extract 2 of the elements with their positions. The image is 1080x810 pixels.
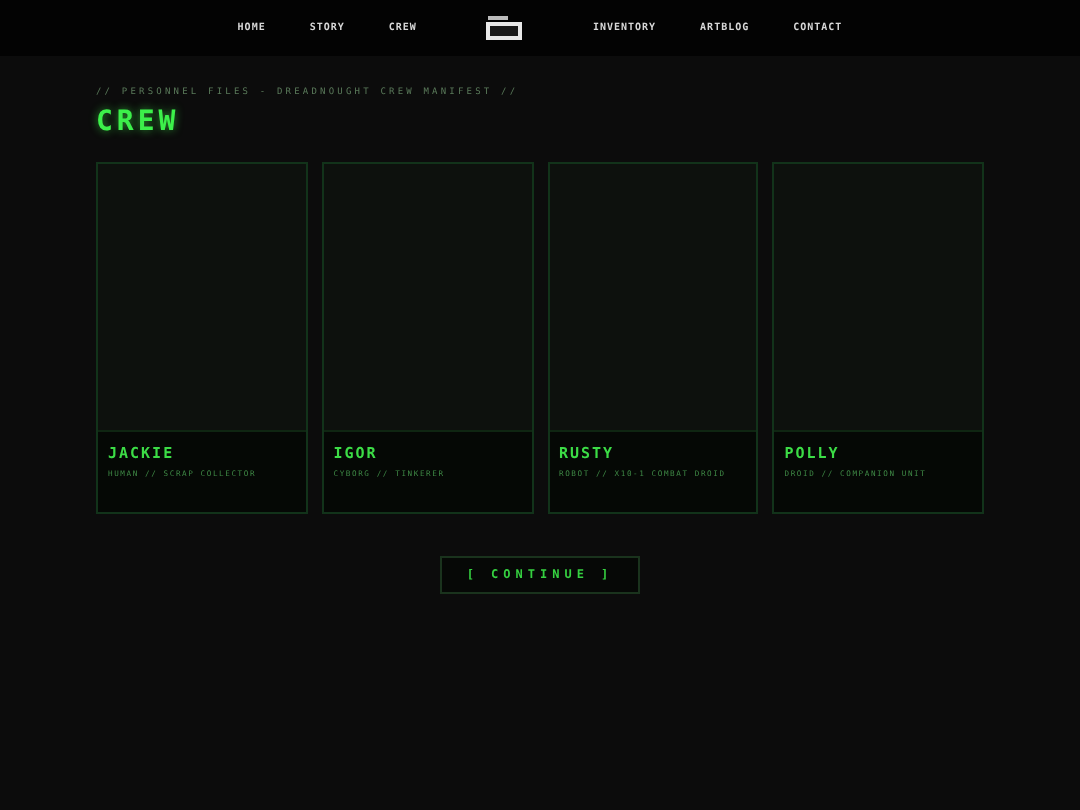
- page-title: CREW: [96, 106, 182, 138]
- logo-icon[interactable]: [484, 14, 525, 42]
